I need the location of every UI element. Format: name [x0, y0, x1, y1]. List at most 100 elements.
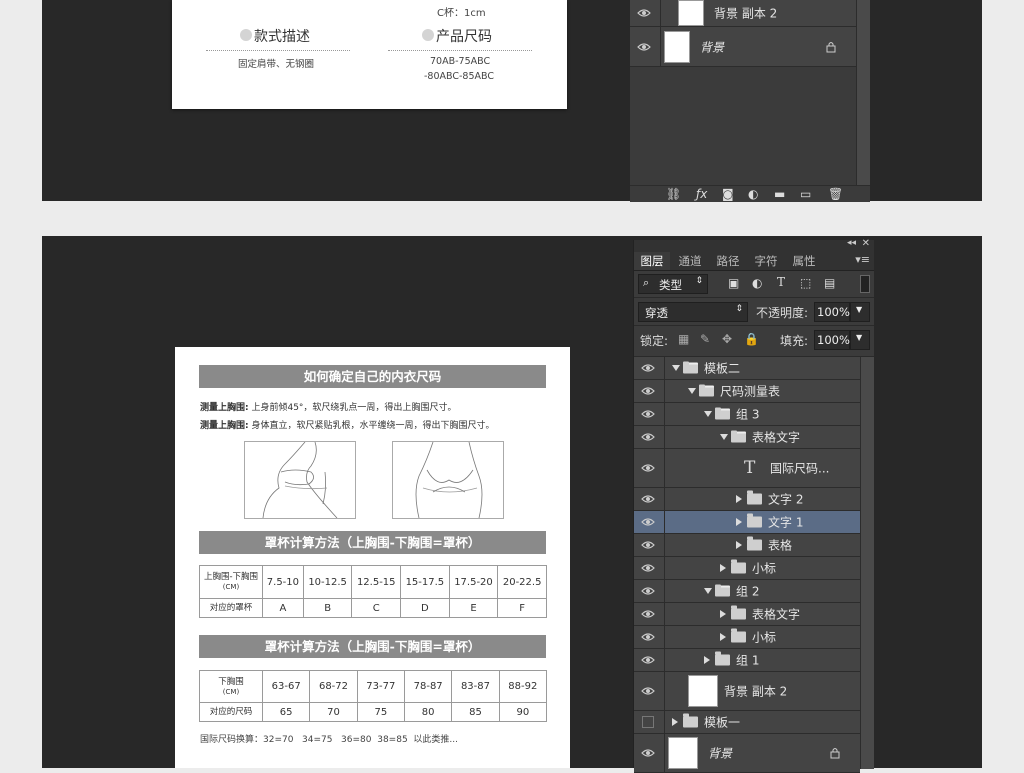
visibility-toggle[interactable]: [630, 27, 661, 66]
layer-row[interactable]: 背景 副本 2: [634, 672, 860, 711]
adjustment-icon[interactable]: ◐: [748, 187, 758, 201]
panel-menu-icon[interactable]: ▾≡: [855, 253, 870, 266]
chevron-updown-icon: ⇕: [695, 276, 703, 286]
trash-icon[interactable]: 🗑: [828, 187, 843, 201]
expand-arrow-down-icon[interactable]: [720, 434, 728, 440]
expand-arrow-right-icon[interactable]: [704, 656, 710, 664]
folder-icon: [715, 651, 730, 666]
visibility-toggle[interactable]: [634, 557, 665, 579]
visibility-toggle[interactable]: [630, 0, 661, 26]
visibility-toggle[interactable]: [634, 534, 665, 556]
expand-arrow-right-icon[interactable]: [736, 495, 742, 503]
layer-row[interactable]: 文字 2: [634, 488, 860, 511]
layer-row[interactable]: 尺码测量表: [634, 380, 860, 403]
tab-paths[interactable]: 路径: [710, 252, 746, 270]
visibility-toggle[interactable]: [634, 426, 665, 448]
expand-arrow-down-icon[interactable]: [672, 365, 680, 371]
filter-dropdown[interactable]: ⌕ 类型 ⇕: [638, 274, 708, 294]
shape-filter-icon[interactable]: ⬚: [800, 276, 811, 290]
expand-arrow-right-icon[interactable]: [720, 564, 726, 572]
layer-row[interactable]: 组 3: [634, 403, 860, 426]
lock-move-icon[interactable]: ✥: [722, 332, 732, 346]
layer-row[interactable]: 表格: [634, 534, 860, 557]
layer-row[interactable]: 背景: [630, 27, 856, 67]
expand-arrow-right-icon[interactable]: [736, 541, 742, 549]
visibility-toggle[interactable]: [634, 603, 665, 625]
visibility-toggle[interactable]: [634, 734, 665, 772]
type-filter-icon[interactable]: T: [777, 275, 785, 289]
new-layer-icon[interactable]: ▭: [800, 187, 811, 201]
size-value-cell: 70: [309, 702, 358, 722]
visibility-toggle[interactable]: [634, 626, 665, 648]
expand-arrow-right-icon[interactable]: [672, 718, 678, 726]
visibility-toggle[interactable]: [634, 357, 665, 379]
expand-arrow-down-icon[interactable]: [704, 411, 712, 417]
cup-value-cell: C: [351, 598, 402, 618]
size-range-cell: 88-92: [498, 669, 548, 704]
size-table: 下胸围 (CM) 63-67 68-72 73-77 78-87 83-87 88…: [199, 669, 548, 722]
layers-scrollbar[interactable]: [856, 0, 870, 185]
mask-icon[interactable]: ◙: [722, 187, 734, 201]
visibility-toggle[interactable]: [634, 649, 665, 671]
opacity-dropdown-button[interactable]: ▼: [850, 302, 870, 322]
layer-row[interactable]: 模板一: [634, 711, 860, 734]
expand-arrow-right-icon[interactable]: [736, 518, 742, 526]
fill-dropdown-button[interactable]: ▼: [850, 330, 870, 350]
layer-thumbnail: [668, 737, 698, 769]
layer-row[interactable]: 背景: [634, 734, 860, 773]
opacity-input[interactable]: 100%: [814, 302, 850, 322]
image-filter-icon[interactable]: ▣: [728, 276, 739, 290]
visibility-toggle[interactable]: [634, 403, 665, 425]
expand-arrow-down-icon[interactable]: [704, 588, 712, 594]
fx-icon[interactable]: ƒx: [696, 187, 707, 201]
lock-transparency-icon[interactable]: ▦: [678, 332, 689, 346]
expand-arrow-right-icon[interactable]: [720, 633, 726, 641]
layer-row[interactable]: T 国际尺码...: [634, 449, 860, 488]
tab-character[interactable]: 字符: [748, 252, 784, 270]
layer-row[interactable]: 组 1: [634, 649, 860, 672]
cup-title-banner: 罩杯计算方法（上胸围-下胸围=罩杯）: [199, 531, 546, 554]
visibility-toggle[interactable]: [634, 488, 665, 510]
visibility-toggle[interactable]: [634, 449, 665, 487]
visibility-toggle[interactable]: [634, 380, 665, 402]
collapse-icon[interactable]: ◂◂: [847, 238, 856, 248]
layer-thumbnail: [664, 30, 690, 63]
expand-arrow-right-icon[interactable]: [720, 610, 726, 618]
lock-all-icon[interactable]: 🔒: [744, 332, 759, 346]
close-icon[interactable]: ✕: [862, 238, 870, 249]
layer-row[interactable]: 小标: [634, 626, 860, 649]
layer-row[interactable]: 小标: [634, 557, 860, 580]
layer-row[interactable]: 表格文字: [634, 426, 860, 449]
layer-row[interactable]: 组 2: [634, 580, 860, 603]
adjustment-filter-icon[interactable]: ◐: [752, 276, 762, 290]
visibility-toggle[interactable]: [634, 580, 665, 602]
layer-row[interactable]: 表格文字: [634, 603, 860, 626]
new-group-icon[interactable]: ▬: [774, 187, 785, 201]
measure-2-text: 身体直立，软尺紧贴乳根，水平缠绕一周，得出下胸围尺寸。: [251, 421, 495, 431]
folder-icon: [747, 490, 762, 505]
smart-object-filter-icon[interactable]: ▤: [824, 276, 835, 290]
expand-arrow-down-icon[interactable]: [688, 388, 696, 394]
lock-brush-icon[interactable]: ✎: [700, 332, 710, 346]
layer-row[interactable]: 文字 1: [634, 511, 860, 534]
layer-row[interactable]: 模板二: [634, 357, 860, 380]
panel-tabs: 图层 通道 路径 字符 属性 ▾≡: [634, 252, 874, 271]
layer-name: 背景: [708, 746, 733, 761]
layers-scrollbar[interactable]: [860, 357, 874, 769]
eye-icon: [641, 541, 655, 549]
text-layer-icon: T: [744, 458, 756, 478]
tab-channels[interactable]: 通道: [672, 252, 708, 270]
layer-row[interactable]: 背景 副本 2: [630, 0, 856, 27]
filter-toggle[interactable]: [860, 275, 870, 293]
cup-value-cell: A: [262, 598, 304, 618]
visibility-toggle[interactable]: [634, 672, 665, 710]
tab-properties[interactable]: 属性: [786, 252, 822, 270]
visibility-toggle[interactable]: [634, 711, 665, 733]
size-title: 产品尺码: [436, 29, 492, 45]
fill-input[interactable]: 100%: [814, 330, 850, 350]
tab-layers[interactable]: 图层: [634, 252, 670, 270]
blend-mode-select[interactable]: 穿透 ⇕: [638, 302, 748, 322]
link-layers-icon[interactable]: ⛓: [666, 187, 681, 201]
size-value-cell: 75: [356, 702, 405, 722]
visibility-toggle[interactable]: [634, 511, 665, 533]
